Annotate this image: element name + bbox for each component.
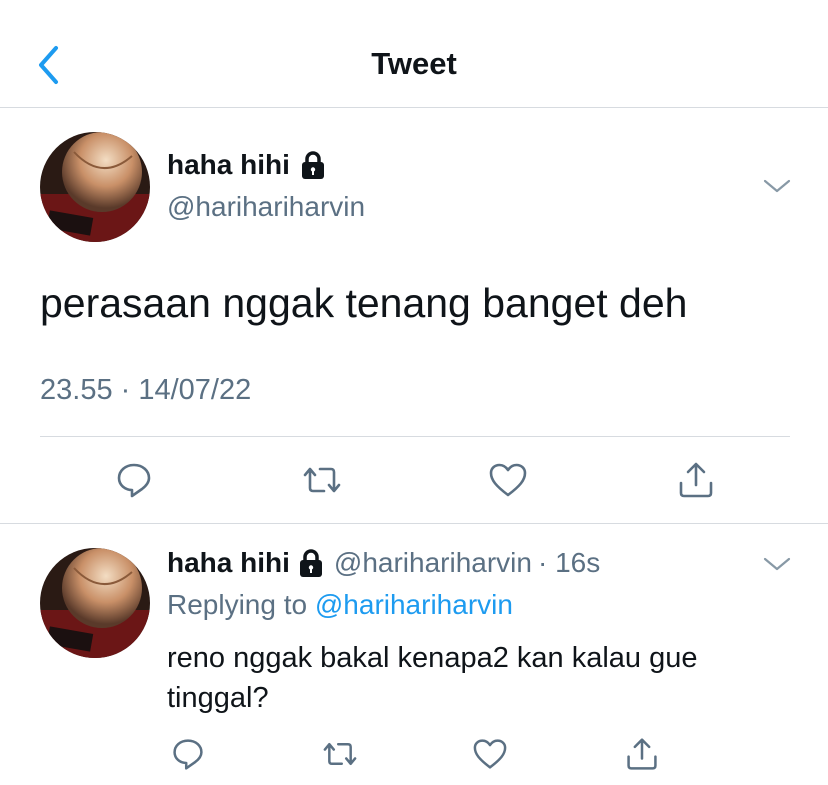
reply-text: reno nggak bakal kenapa2 kan kalau gue t… [167,642,698,714]
like-icon [489,463,527,497]
reply-author-name[interactable]: haha hihi [167,546,324,580]
display-name: haha hihi [167,547,290,578]
retweet-button[interactable] [300,458,344,502]
reply-retweet-button[interactable] [318,732,362,776]
like-button[interactable] [486,458,530,502]
reply-header: haha hihi @harihariharvin · 16s [167,546,600,580]
reply-share-button[interactable] [620,732,664,776]
reply-time[interactable]: · 16s [538,546,600,580]
share-button[interactable] [674,458,718,502]
tweet-timestamp[interactable]: 23.55 · 14/07/22 [40,372,251,408]
section-divider [0,523,828,524]
retweet-icon [323,742,357,766]
replying-to-mention[interactable]: @harihariharvin [315,589,513,620]
tweet-menu-button[interactable] [762,176,792,196]
reply-like-button[interactable] [468,732,512,776]
share-icon [627,738,657,770]
replying-to: Replying to @harihariharvin [167,588,513,622]
reply-menu-button[interactable] [762,554,792,574]
reply-avatar[interactable] [40,548,150,658]
like-icon [473,739,507,769]
lock-icon [299,549,322,577]
reply-author-handle[interactable]: @harihariharvin [334,546,532,580]
reply-icon [173,739,203,770]
replying-to-label: Replying to [167,589,308,620]
page-title: Tweet [371,46,457,81]
retweet-icon [303,467,341,493]
author-name[interactable]: haha hihi [167,148,326,182]
avatar-image [40,548,150,658]
reply-icon [117,463,151,498]
lock-icon [301,151,324,179]
reply-reply-button[interactable] [166,732,210,776]
avatar[interactable] [40,132,150,242]
divider [40,436,790,437]
tweet-text: perasaan nggak tenang banget deh [40,280,688,326]
avatar-image [40,132,150,242]
chevron-down-icon [763,179,791,193]
author-handle[interactable]: @harihariharvin [167,190,365,224]
reply-button[interactable] [112,458,156,502]
chevron-down-icon [763,557,791,571]
display-name: haha hihi [167,149,290,180]
share-icon [679,462,713,498]
header-divider [0,107,828,108]
